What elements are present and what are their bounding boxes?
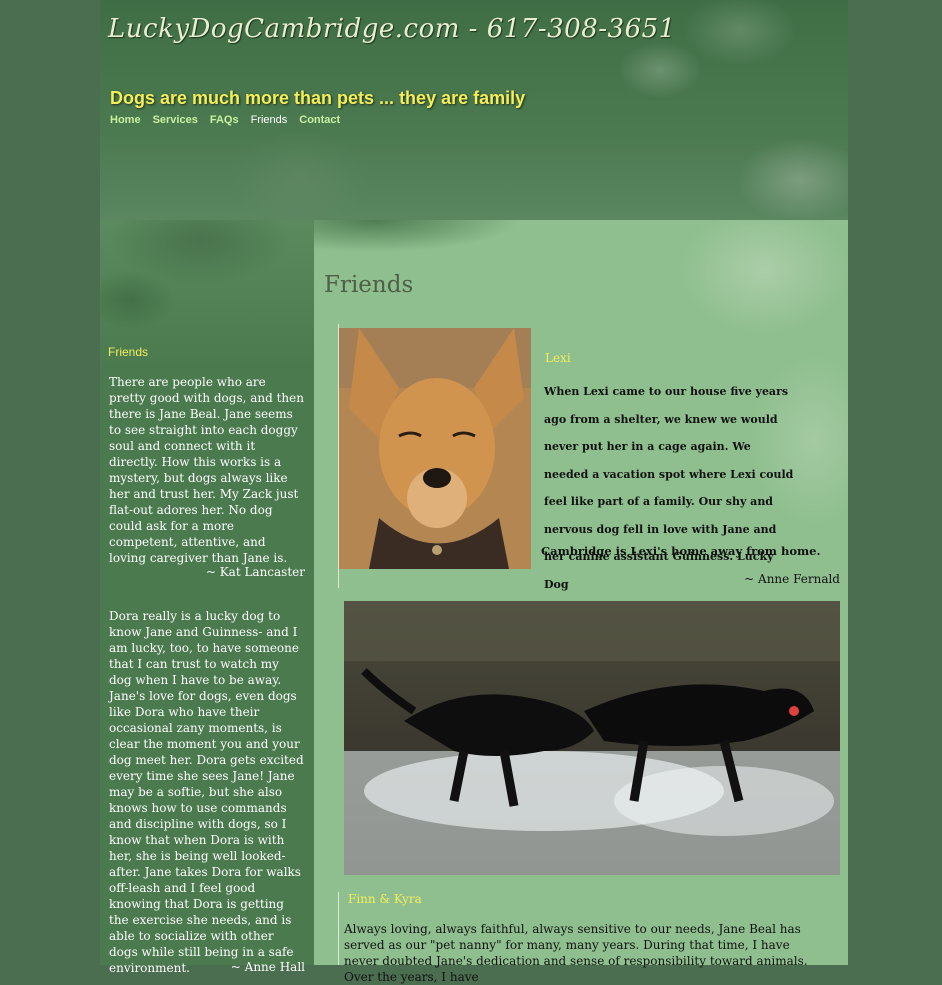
site-title: LuckyDogCambridge.com - 617-308-3651: [108, 14, 676, 44]
main-foliage: [314, 220, 534, 265]
lexi-photo: [339, 328, 531, 569]
nav-home[interactable]: Home: [110, 114, 141, 126]
sidebar-foliage: [100, 220, 314, 330]
nav-faqs[interactable]: FAQs: [210, 114, 239, 126]
page-title: Friends: [324, 272, 414, 298]
lexi-attribution: ~ Anne Fernald: [744, 572, 840, 586]
dog-name-finn-kyra: Finn & Kyra: [348, 892, 422, 906]
dog-photo-icon: [339, 328, 531, 569]
testimonial-text: Dora really is a lucky dog to know Jane …: [109, 609, 304, 975]
nav-friends[interactable]: Friends: [251, 114, 288, 126]
dogs-splashing-photo-icon: [344, 601, 840, 875]
site-header: LuckyDogCambridge.com - 617-308-3651 Dog…: [100, 0, 848, 220]
divider: [338, 892, 339, 965]
lexi-testimonial: When Lexi came to our house five years a…: [544, 385, 794, 591]
main-content: Friends Lexi When Lexi came to our house…: [314, 220, 848, 984]
main-nav: Home Services FAQs Friends Contact: [110, 114, 352, 126]
lexi-testimonial-end: Cambridge is Lexi's home away from home.: [541, 544, 821, 558]
dog-name-lexi: Lexi: [545, 351, 571, 365]
sidebar-heading: Friends: [108, 345, 149, 359]
testimonial-attribution: ~ Anne Hall: [230, 960, 305, 974]
nav-contact[interactable]: Contact: [299, 114, 340, 126]
nav-services[interactable]: Services: [153, 114, 198, 126]
finn-kyra-testimonial: Always loving, always faithful, always s…: [344, 922, 808, 984]
sidebar: Friends There are people who are pretty …: [100, 220, 314, 975]
finn-kyra-photo: [344, 601, 840, 875]
testimonial-attribution: ~ Kat Lancaster: [205, 565, 305, 579]
tagline: Dogs are much more than pets ... they ar…: [110, 88, 526, 108]
testimonial-text: There are people who are pretty good wit…: [109, 375, 304, 565]
page: LuckyDogCambridge.com - 617-308-3651 Dog…: [100, 0, 848, 984]
